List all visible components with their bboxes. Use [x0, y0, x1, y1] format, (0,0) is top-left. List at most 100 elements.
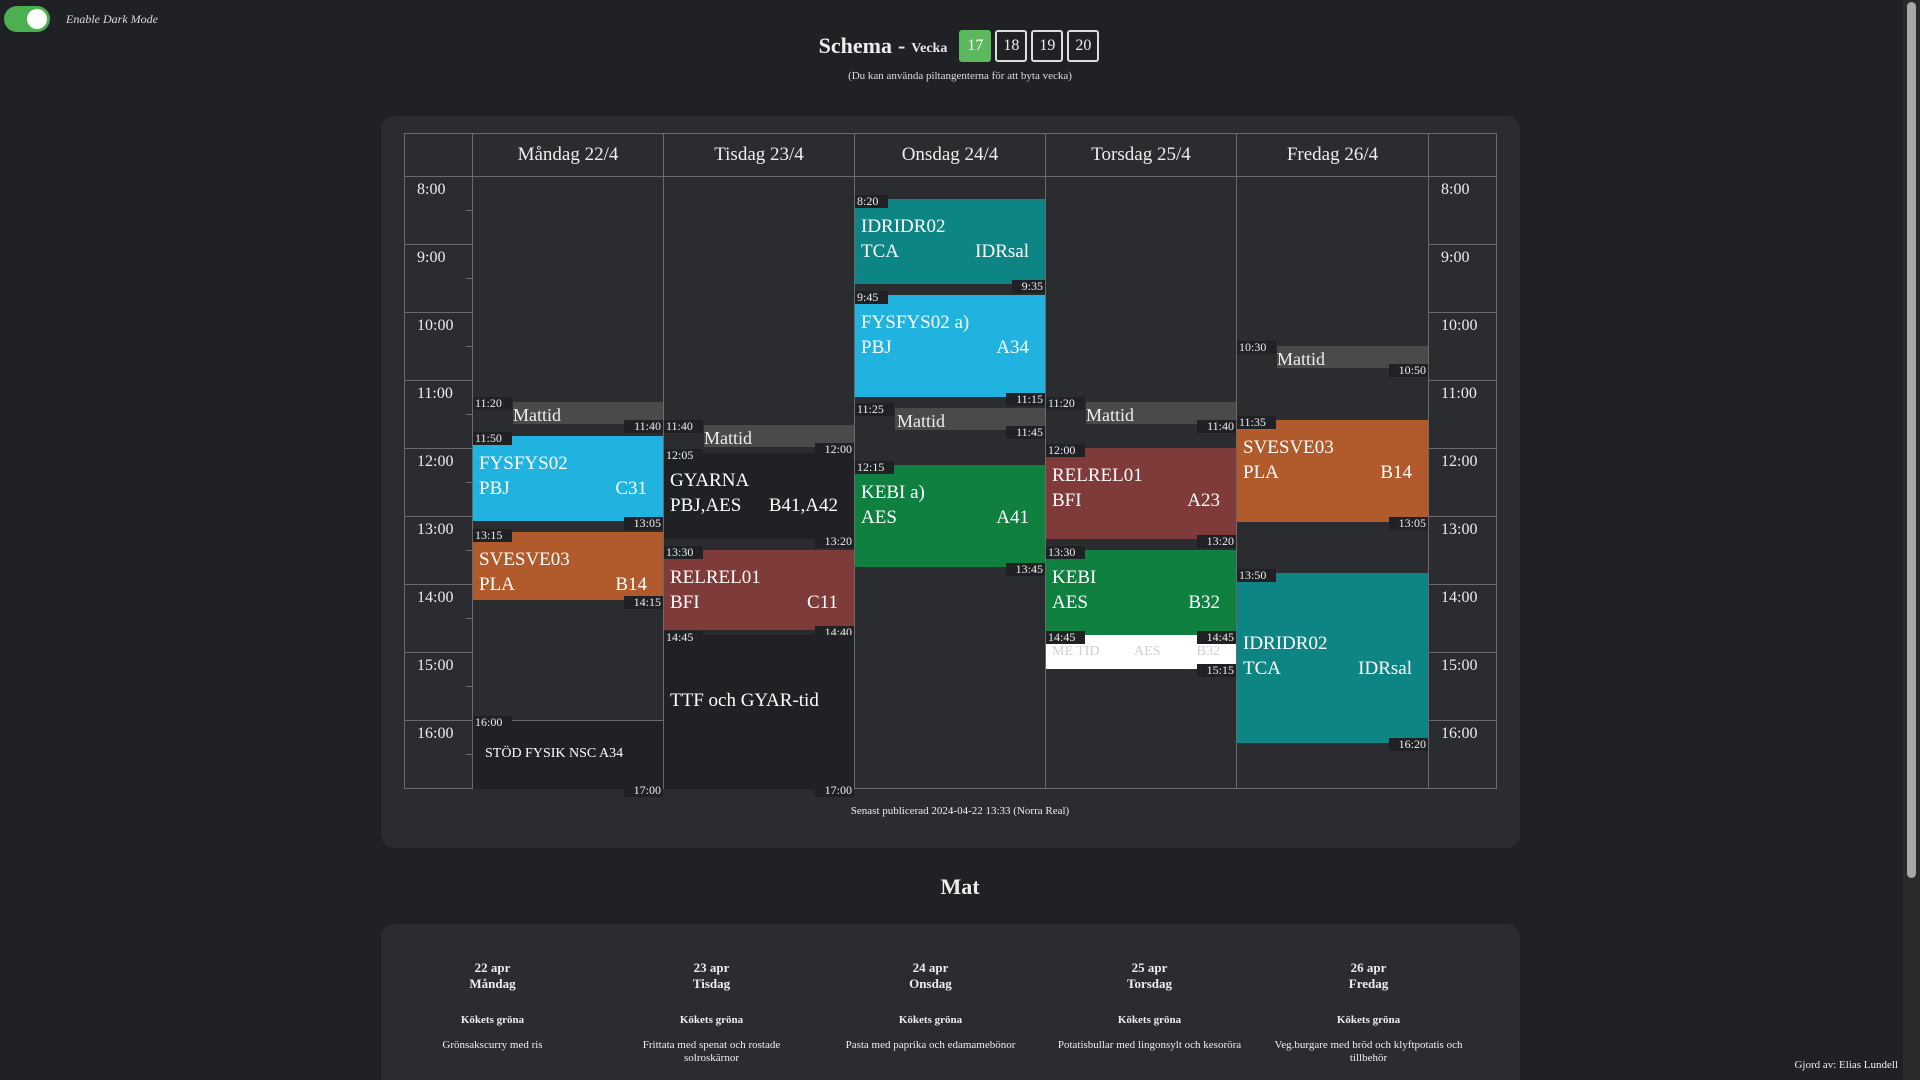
event-start-time: 11:25 — [855, 403, 894, 416]
teacher: BFI — [670, 592, 700, 613]
food-day: 25 apr Torsdag Kökets gröna Potatisbulla… — [1040, 960, 1259, 1052]
food-dish: Frittata med spenat och rostade solroskä… — [642, 1039, 781, 1064]
page-title: Schema — [818, 33, 892, 58]
time-label: 14:00 — [405, 584, 472, 652]
event-start-time: 12:00 — [1046, 444, 1086, 457]
course-code: IDRIDR02 — [861, 216, 946, 237]
lunch-label: Mattid — [1277, 349, 1325, 369]
day-header: Måndag 22/4 — [473, 134, 663, 177]
food-day: 26 apr Fredag Kökets gröna Veg.burgare m… — [1259, 960, 1478, 1065]
food-panel: 22 apr Måndag Kökets gröna Grönsakscurry… — [381, 924, 1520, 1080]
time-label: 15:00 — [1429, 652, 1496, 720]
food-date: 22 apr — [474, 960, 511, 975]
food-dish: Veg.burgare med bröd och klyftpotatis oc… — [1274, 1039, 1463, 1064]
time-column-left: 8:00 9:00 10:00 11:00 12:00 13:00 14:00 … — [404, 133, 473, 789]
food-day: 22 apr Måndag Kökets gröna Grönsakscurry… — [383, 960, 602, 1052]
food-dish: Pasta med paprika och edamamebönor — [845, 1039, 1016, 1051]
class-block[interactable]: STÖD FYSIK NSC A34 — [473, 720, 663, 789]
event-start-time: 11:40 — [664, 420, 703, 433]
event-end-time: 15:15 — [1196, 664, 1236, 677]
event-start-time: 16:00 — [473, 716, 513, 729]
food-day: 24 apr Onsdag Kökets gröna Pasta med pap… — [821, 960, 1040, 1052]
event-start-time: 14:45 — [664, 631, 704, 644]
time-column-right: 8:00 9:00 10:00 11:00 12:00 13:00 14:00 … — [1428, 133, 1497, 789]
class-block[interactable]: RELREL01 BFI A23 — [1046, 448, 1236, 539]
course-code: FYSFYS02 — [479, 453, 568, 474]
food-date: 26 apr — [1350, 960, 1387, 975]
week-hint: (Du kan använda piltangenterna för att b… — [848, 70, 1072, 82]
day-header: Torsdag 25/4 — [1046, 134, 1236, 177]
dark-mode-toggle-wrap: Enable Dark Mode — [4, 6, 158, 32]
course-code: RELREL01 — [1052, 465, 1143, 486]
food-weekday: Torsdag — [1126, 976, 1173, 991]
day-header: Onsdag 24/4 — [855, 134, 1045, 177]
teacher: PBJ — [479, 478, 510, 499]
course-code: KEBI — [1052, 567, 1097, 588]
room: B32 — [1196, 644, 1220, 659]
vertical-scrollbar[interactable] — [1903, 0, 1920, 1080]
day-column-tuesday: Tisdag 23/4 Mattid 11:40 12:00 GYARNA PB… — [663, 133, 855, 797]
class-block[interactable]: KEBI a) AES A41 — [855, 465, 1045, 567]
room: B14 — [1380, 462, 1412, 483]
teacher: AES — [861, 507, 897, 528]
teacher: PBJ — [861, 337, 892, 358]
event-title: TTF och GYAR-tid — [670, 690, 819, 711]
event-end-time: 13:45 — [1005, 563, 1045, 576]
teacher: TCA — [861, 241, 899, 262]
event-start-time: 12:05 — [664, 449, 704, 462]
time-label: 16:00 — [405, 720, 472, 788]
day-column-friday: Fredag 26/4 Mattid 10:30 10:50 SVESVE03 … — [1236, 133, 1429, 789]
room: A34 — [996, 337, 1029, 358]
time-label: 9:00 — [1429, 244, 1496, 312]
lunch-label: Mattid — [513, 405, 561, 425]
week-button-17[interactable]: 17 — [959, 30, 992, 62]
time-label: 13:00 — [405, 516, 472, 584]
room: A23 — [1187, 490, 1220, 511]
credits: Gjord av: Elias Lundell — [1794, 1059, 1898, 1071]
event-end-time: 11:40 — [624, 420, 663, 433]
food-category: Kökets gröna — [1336, 1014, 1401, 1026]
course-code: ME TID — [1052, 644, 1100, 659]
event-start-time: 8:20 — [855, 195, 889, 208]
class-block[interactable]: IDRIDR02 TCA IDRsal — [1237, 573, 1428, 743]
food-category: Kökets gröna — [1117, 1014, 1182, 1026]
event-end-time: 13:20 — [1196, 535, 1236, 548]
event-end-time: 17:00 — [814, 784, 854, 797]
class-block[interactable]: SVESVE03 PLA B14 — [473, 532, 663, 600]
scrollbar-thumb[interactable] — [1907, 2, 1916, 878]
event-end-time: 11:45 — [1006, 426, 1045, 439]
class-block[interactable]: FYSFYS02 a) PBJ A34 — [855, 295, 1045, 397]
week-button-18[interactable]: 18 — [995, 30, 1028, 62]
day-column-wednesday: Onsdag 24/4 IDRIDR02 TCA IDRsal 8:20 9:3… — [854, 133, 1046, 789]
dark-mode-switch[interactable] — [4, 6, 50, 32]
event-title: STÖD FYSIK NSC A34 — [485, 746, 624, 761]
class-block[interactable]: IDRIDR02 TCA IDRsal — [855, 199, 1045, 284]
event-end-time: 14:15 — [623, 596, 663, 609]
course-code: IDRIDR02 — [1243, 633, 1328, 654]
teacher: PLA — [479, 574, 515, 595]
class-block[interactable]: GYARNA PBJ,AES B41,A42 — [664, 453, 854, 539]
room: IDRsal — [1358, 658, 1412, 679]
food-category: Kökets gröna — [460, 1014, 525, 1026]
day-column-thursday: Torsdag 25/4 Mattid 11:20 11:40 RELREL01… — [1045, 133, 1237, 789]
class-block[interactable]: TTF och GYAR-tid — [664, 635, 854, 789]
event-end-time: 10:50 — [1388, 364, 1428, 377]
time-label: 16:00 — [1429, 720, 1496, 788]
time-label: 10:00 — [1429, 312, 1496, 380]
day-header: Tisdag 23/4 — [664, 134, 854, 177]
room: C31 — [615, 478, 647, 499]
course-code: SVESVE03 — [479, 549, 570, 570]
food-weekday: Onsdag — [909, 976, 952, 991]
event-start-time: 9:45 — [855, 291, 889, 304]
class-block[interactable]: FYSFYS02 PBJ C31 — [473, 436, 663, 521]
class-block[interactable]: RELREL01 BFI C11 — [664, 550, 854, 630]
food-weekday: Måndag — [469, 976, 516, 991]
week-button-19[interactable]: 19 — [1031, 30, 1064, 62]
week-button-20[interactable]: 20 — [1067, 30, 1100, 62]
class-block[interactable]: KEBI AES B32 — [1046, 550, 1236, 635]
day-header: Fredag 26/4 — [1237, 134, 1428, 177]
food-section-title: Mat — [940, 874, 980, 899]
class-block[interactable]: SVESVE03 PLA B14 — [1237, 420, 1428, 522]
teacher: PBJ,AES — [670, 495, 742, 516]
time-label: 13:00 — [1429, 516, 1496, 584]
